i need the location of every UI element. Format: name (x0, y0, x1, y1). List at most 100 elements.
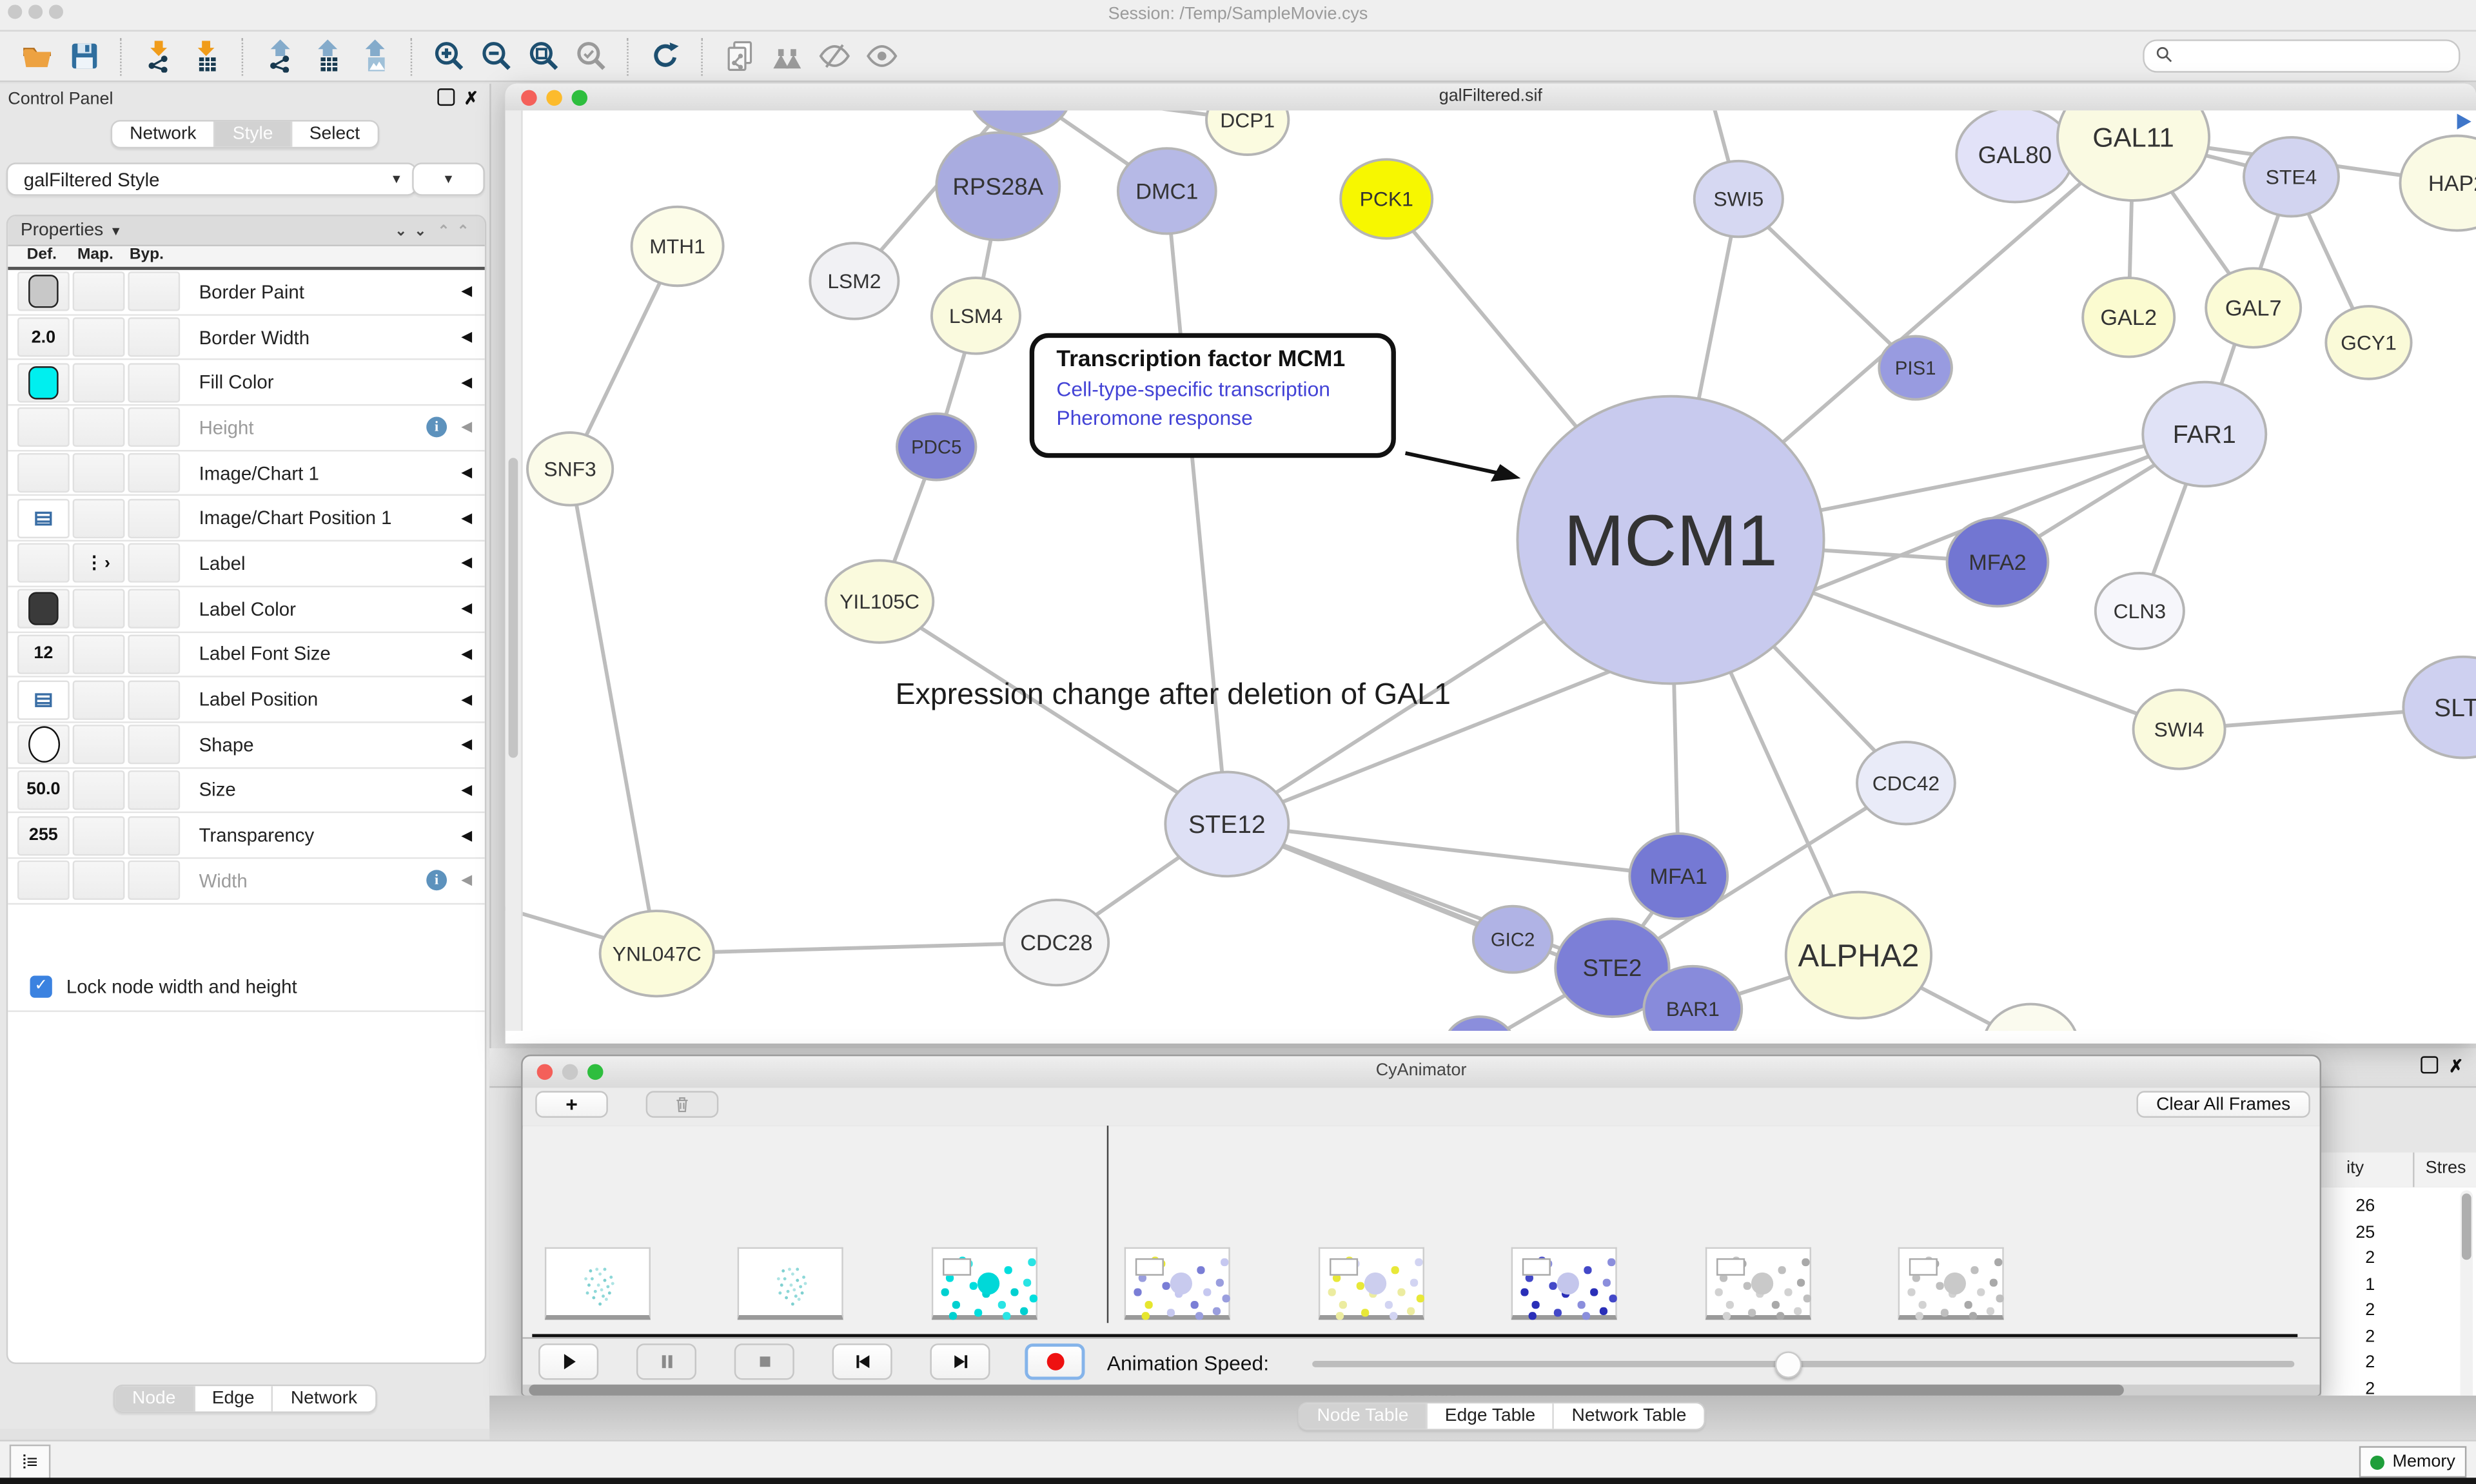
zoom-fit-content-icon[interactable] (524, 37, 562, 75)
next-frame-button[interactable] (930, 1343, 990, 1380)
search-box[interactable] (2143, 39, 2460, 72)
expand-row-icon[interactable]: ◀ (461, 691, 472, 708)
column-centrality[interactable]: ity (2346, 1159, 2364, 1178)
caption-annotation[interactable]: Expression change after deletion of GAL1 (896, 679, 1451, 714)
map-cell[interactable] (73, 453, 125, 493)
frame-thumbnail-6[interactable] (1705, 1247, 1811, 1320)
column-stress[interactable]: Stres (2426, 1159, 2466, 1178)
previous-frame-button[interactable] (832, 1343, 892, 1380)
zoom-in-icon[interactable] (429, 37, 467, 75)
tab-edge[interactable]: Edge (193, 1386, 271, 1411)
column-divider[interactable] (2413, 1153, 2414, 1187)
tab-node-table[interactable]: Node Table (1300, 1403, 1426, 1429)
def-cell[interactable] (17, 408, 70, 447)
map-cell[interactable] (73, 408, 125, 447)
property-row[interactable]: 255Transparency◀ (8, 814, 485, 859)
map-cell[interactable] (73, 679, 125, 719)
property-row[interactable]: ⋮›Label◀ (8, 542, 485, 587)
property-row[interactable]: Heighti◀ (8, 406, 485, 451)
def-cell[interactable] (17, 679, 70, 719)
record-button[interactable] (1025, 1343, 1085, 1380)
info-icon[interactable]: i (426, 870, 447, 891)
close-panel-icon[interactable]: ✗ (2449, 1056, 2464, 1077)
byp-cell[interactable] (128, 634, 180, 674)
map-cell[interactable] (73, 363, 125, 402)
expand-row-icon[interactable]: ◀ (461, 328, 472, 346)
birdseye-toggle-icon[interactable] (2457, 113, 2471, 129)
byp-cell[interactable] (128, 861, 180, 900)
property-row[interactable]: Image/Chart Position 1◀ (8, 496, 485, 542)
map-cell[interactable] (73, 272, 125, 311)
property-row[interactable]: Label Position◀ (8, 678, 485, 723)
expand-row-icon[interactable]: ◀ (461, 283, 472, 300)
frame-thumbnail-4[interactable] (1319, 1247, 1424, 1320)
property-row[interactable]: Border Paint◀ (8, 270, 485, 315)
float-panel-icon[interactable] (437, 88, 455, 110)
tab-network-bottom[interactable]: Network (271, 1386, 375, 1411)
map-cell[interactable] (73, 317, 125, 356)
def-cell[interactable]: 12 (17, 634, 70, 674)
map-cell[interactable] (73, 815, 125, 855)
def-cell[interactable] (17, 725, 70, 765)
node-sst2[interactable] (1445, 1017, 1515, 1031)
tab-style[interactable]: Style (213, 122, 290, 147)
byp-cell[interactable] (128, 363, 180, 402)
show-all-icon[interactable] (862, 37, 900, 75)
property-row[interactable]: Widthi◀ (8, 859, 485, 904)
cyanimator-titlebar[interactable]: CyAnimator (523, 1056, 2320, 1089)
annotation-arrow[interactable] (1406, 453, 1508, 475)
timeline-playhead[interactable] (1107, 1126, 1109, 1323)
def-cell[interactable]: 50.0 (17, 770, 70, 810)
frame-thumbnail-1[interactable] (738, 1247, 843, 1320)
def-cell[interactable] (17, 498, 70, 538)
tab-network-table[interactable]: Network Table (1553, 1403, 1704, 1429)
info-icon[interactable]: i (426, 418, 447, 438)
property-row[interactable]: 50.0Size◀ (8, 768, 485, 814)
def-cell[interactable] (17, 453, 70, 493)
property-row[interactable]: Label Color◀ (8, 587, 485, 632)
zoom-selected-icon[interactable] (572, 37, 610, 75)
export-network-icon[interactable] (260, 37, 299, 75)
property-row[interactable]: Shape◀ (8, 723, 485, 768)
import-network-icon[interactable] (139, 37, 177, 75)
tab-node[interactable]: Node (115, 1386, 193, 1411)
task-history-button[interactable]: ⦙≡ (10, 1445, 51, 1479)
expand-all-icon[interactable]: ⌄ ⌄ (395, 222, 429, 238)
add-frame-button[interactable]: + (535, 1091, 608, 1118)
timeline-horizontal-scrollbar[interactable] (523, 1385, 2320, 1396)
network-canvas[interactable]: RPS28ADMC1DCP1PCK1SWI5GAL80GAL11STE4HAP2… (506, 110, 2476, 1031)
expand-row-icon[interactable]: ◀ (461, 509, 472, 527)
map-cell[interactable] (73, 861, 125, 900)
expand-row-icon[interactable]: ◀ (461, 555, 472, 572)
zoom-out-icon[interactable] (477, 37, 515, 75)
expand-row-icon[interactable]: ◀ (461, 872, 472, 890)
def-cell[interactable] (17, 589, 70, 629)
expand-row-icon[interactable]: ◀ (461, 464, 472, 482)
lock-checkbox[interactable]: ✓ (30, 975, 52, 997)
frame-thumbnail-5[interactable] (1511, 1247, 1617, 1320)
cyanimator-timeline[interactable]: 0123456789 Seconds (523, 1126, 2320, 1337)
animation-speed-slider-thumb[interactable] (1775, 1351, 1802, 1378)
export-table-icon[interactable] (308, 37, 346, 75)
byp-cell[interactable] (128, 725, 180, 765)
expand-row-icon[interactable]: ◀ (461, 645, 472, 663)
clear-all-frames-button[interactable]: Clear All Frames (2136, 1091, 2310, 1118)
tab-edge-table[interactable]: Edge Table (1426, 1403, 1553, 1429)
style-options-button[interactable]: ▼ (412, 162, 485, 195)
expand-row-icon[interactable]: ◀ (461, 826, 472, 844)
close-panel-icon[interactable]: ✗ (464, 88, 478, 109)
byp-cell[interactable] (128, 815, 180, 855)
refresh-view-icon[interactable] (646, 37, 684, 75)
map-cell[interactable]: ⋮› (73, 544, 125, 583)
node-tup1[interactable] (1983, 1004, 2078, 1031)
animation-speed-slider[interactable] (1312, 1361, 2294, 1367)
delete-frame-button[interactable] (646, 1091, 719, 1118)
byp-cell[interactable] (128, 317, 180, 356)
network-graph[interactable]: RPS28ADMC1DCP1PCK1SWI5GAL80GAL11STE4HAP2… (506, 110, 2476, 1031)
expand-row-icon[interactable]: ◀ (461, 374, 472, 391)
pause-button[interactable] (636, 1343, 696, 1380)
byp-cell[interactable] (128, 589, 180, 629)
def-cell[interactable]: 2.0 (17, 317, 70, 356)
map-cell[interactable] (73, 725, 125, 765)
annotation-box[interactable]: Transcription factor MCM1 Cell-type-spec… (1030, 333, 1396, 458)
